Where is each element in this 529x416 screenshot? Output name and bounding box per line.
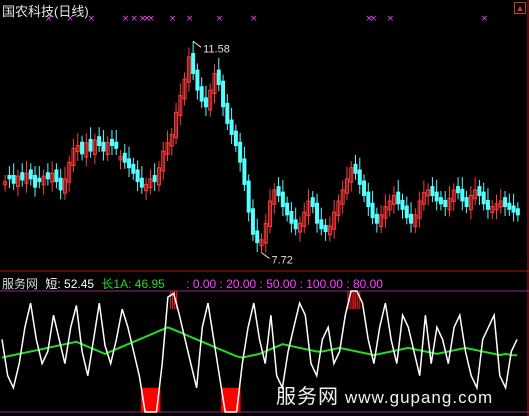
candle-body (370, 202, 375, 219)
candle-body (434, 191, 439, 202)
indicator-legend: 服务网 短: 52.45 长1A: 46.95 : 0.00 : 20.00 :… (2, 275, 387, 292)
watermark-url: www.gupang.com (345, 388, 494, 407)
candle-body (101, 141, 106, 152)
candle-body (250, 208, 255, 235)
candle-body (191, 52, 196, 74)
candle-body (280, 191, 285, 208)
signal-marker: × (250, 14, 258, 24)
candle-body (233, 130, 238, 147)
long-value: 46.95 (134, 277, 165, 291)
signal-marker: × (186, 14, 194, 24)
candle-body (37, 177, 42, 183)
candle-body (396, 191, 401, 205)
candle-body (139, 177, 144, 188)
candle-body (45, 172, 50, 180)
candle-body (323, 224, 328, 232)
candle-body (285, 202, 290, 216)
candle-body (20, 172, 25, 181)
candle-body (135, 169, 140, 183)
candle-body (109, 138, 114, 147)
panel-up-arrow-icon[interactable] (514, 2, 526, 14)
candle-body (366, 191, 371, 208)
candle-body (221, 80, 226, 108)
candle-body (242, 158, 247, 185)
high-pointer (192, 40, 202, 48)
candle-body (400, 199, 405, 210)
signal-marker: × (481, 14, 489, 24)
candle-body (152, 174, 157, 183)
candle-body (357, 169, 362, 185)
signal-marker: × (169, 14, 177, 24)
candle-body (80, 141, 85, 155)
chart-canvas: 11.587.72× × × × × ××× × × × × ×× × × (0, 0, 529, 416)
candle-body (97, 136, 102, 147)
candle-body (315, 202, 320, 224)
candle-body (319, 219, 324, 230)
low-label: 7.72 (272, 255, 293, 267)
candle-body (409, 213, 414, 224)
candle-body (11, 174, 16, 184)
signal-marker: × (88, 14, 96, 24)
candle-body (28, 169, 33, 180)
candle-body (511, 205, 516, 213)
candle-body (464, 197, 469, 208)
candle-body (374, 213, 379, 224)
signal-marker: × (370, 14, 378, 24)
candle-body (477, 186, 482, 196)
candle-body (293, 219, 298, 230)
indicator-name: 服务网 (2, 277, 39, 291)
long-label: 长1A: (101, 277, 132, 291)
candle-body (203, 97, 208, 108)
watermark-brand: 服务网 (276, 386, 339, 408)
low-pointer (261, 252, 270, 259)
watermark: 服务网 www.gupang.com (276, 380, 493, 409)
signal-marker: × (387, 14, 395, 24)
candle-body (127, 158, 132, 169)
candle-body (404, 205, 409, 219)
candle-body (238, 141, 243, 163)
levels-text: : 0.00 : 20.00 : 50.00 : 100.00 : 80.00 (186, 277, 383, 291)
candle-body (438, 197, 443, 205)
chart-title: 国农科技(日线) (2, 4, 89, 19)
candle-body (122, 152, 127, 163)
candle-body (229, 119, 234, 135)
candle-body (7, 174, 12, 180)
candle-body (54, 169, 59, 183)
signal-marker: × (130, 14, 138, 24)
candle-body (246, 180, 251, 213)
candle-body (255, 230, 260, 244)
candle-body (515, 208, 520, 216)
signal-marker: × (216, 14, 224, 24)
candle-body (131, 163, 136, 174)
candle-body (460, 188, 465, 202)
candle-body (199, 86, 204, 102)
candle-body (353, 163, 358, 174)
candle-body (481, 191, 486, 205)
candle-body (443, 199, 448, 208)
candle-body (289, 211, 294, 224)
candle-body (485, 199, 490, 210)
candle-body (114, 141, 119, 149)
high-label: 11.58 (203, 43, 230, 55)
candle-body (225, 102, 230, 124)
candle-body (362, 180, 367, 196)
candle-body (58, 177, 63, 191)
candle-body (195, 69, 200, 91)
short-label: 短: (45, 277, 61, 291)
candle-body (276, 186, 281, 196)
candle-body (310, 197, 315, 208)
candle-body (33, 174, 38, 188)
signal-marker: × (147, 14, 155, 24)
signal-marker: × (122, 14, 130, 24)
candle-body (88, 138, 93, 152)
candle-body (430, 186, 435, 196)
candle-body (503, 197, 508, 208)
candle-body (507, 202, 512, 210)
candle-body (456, 186, 461, 194)
short-value: 52.45 (64, 277, 95, 291)
candle-body (216, 69, 221, 86)
